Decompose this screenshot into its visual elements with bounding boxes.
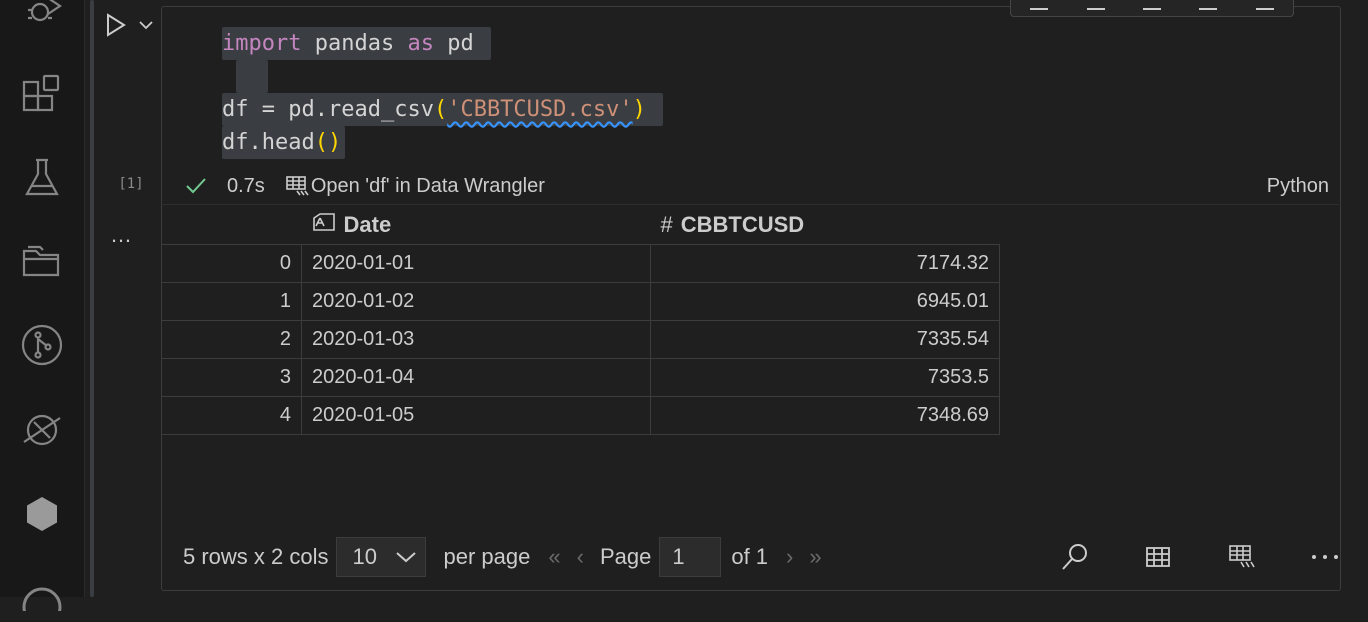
table-row: 4 2020-01-05 7348.69 — [161, 396, 1000, 435]
date-cell: 2020-01-02 — [301, 282, 651, 321]
row-index-cell: 2 — [161, 320, 302, 359]
execution-count: [1] — [118, 176, 144, 192]
kernel-language-label[interactable]: Python — [1267, 175, 1329, 198]
code-keyword: import — [222, 31, 302, 56]
more-actions-icon[interactable] — [1305, 537, 1345, 577]
code-identifier: df — [222, 97, 249, 122]
toolbar-action-icon[interactable] — [1142, 4, 1161, 10]
code-identifier: pandas — [314, 31, 395, 56]
testing-flask-icon[interactable] — [16, 152, 68, 204]
per-page-label: per page — [443, 544, 531, 569]
play-icon — [107, 13, 126, 37]
table-row: 1 2020-01-02 6945.01 — [161, 282, 1000, 321]
source-control-icon[interactable] — [16, 319, 68, 371]
code-call: df.head — [222, 130, 315, 155]
page-number-input[interactable]: 1 — [659, 537, 722, 577]
account-icon[interactable] — [16, 570, 68, 622]
hexagon-icon[interactable] — [16, 488, 68, 540]
value-cell: 6945.01 — [650, 282, 1000, 321]
page-count-label: of 1 — [731, 544, 769, 569]
table-row: 2 2020-01-03 7335.54 — [161, 320, 1000, 359]
row-index-cell: 0 — [161, 244, 302, 283]
column-header-cbbtcusd[interactable]: # CBBTCUSD — [651, 206, 1000, 245]
date-cell: 2020-01-05 — [301, 396, 651, 435]
per-page-value: 10 — [352, 544, 377, 569]
row-index-cell: 4 — [161, 396, 302, 435]
code-operator: = — [261, 97, 275, 122]
page-number-value: 1 — [672, 544, 685, 569]
row-index-cell: 1 — [161, 282, 302, 321]
output-toolbar — [1055, 535, 1345, 579]
folders-icon[interactable] — [16, 235, 68, 287]
column-header-label: CBBTCUSD — [680, 212, 805, 237]
output-divider — [161, 204, 1339, 205]
next-page-icon[interactable]: › — [786, 544, 793, 570]
code-bracket: () — [314, 130, 342, 155]
toolbar-action-icon[interactable] — [1030, 4, 1049, 10]
code-editor[interactable]: import pandas as pd df = pd.read_csv('CB… — [222, 27, 664, 159]
value-cell: 7335.54 — [650, 320, 1000, 359]
number-type-icon: # — [660, 212, 673, 237]
run-cell-button[interactable] — [104, 10, 154, 40]
execution-duration: 0.7s — [227, 174, 265, 197]
table-view-icon[interactable] — [1138, 537, 1178, 577]
per-page-select[interactable]: 10 — [335, 537, 426, 577]
column-header-label: Date — [343, 212, 392, 237]
toolbar-action-icon[interactable] — [1255, 4, 1274, 10]
code-keyword: as — [407, 31, 434, 56]
row-index-cell: 3 — [161, 358, 302, 397]
chevron-down-icon — [396, 552, 416, 563]
check-icon — [186, 178, 206, 194]
table-row: 0 2020-01-01 7174.32 — [161, 244, 1000, 283]
code-call: pd.read_csv — [288, 97, 434, 122]
date-cell: 2020-01-03 — [301, 320, 651, 359]
value-cell: 7353.5 — [650, 358, 1000, 397]
first-page-icon[interactable]: « — [548, 544, 560, 570]
code-string: 'CBBTCUSD.csv' — [447, 97, 633, 122]
text-type-icon — [312, 212, 336, 238]
column-header-date[interactable]: Date — [302, 206, 651, 245]
data-wrangler-icon[interactable] — [1222, 537, 1262, 577]
toolbar-action-icon[interactable] — [1199, 4, 1218, 10]
last-page-icon[interactable]: » — [809, 544, 821, 570]
data-wrangler-icon[interactable] — [285, 175, 311, 197]
open-data-wrangler-link[interactable]: Open 'df' in Data Wrangler — [311, 175, 545, 198]
value-cell: 7348.69 — [650, 396, 1000, 435]
run-debug-icon[interactable] — [16, 0, 68, 38]
activity-bar — [0, 0, 85, 611]
search-icon[interactable] — [1055, 537, 1095, 577]
cell-status-bar: 0.7s Open 'df' in Data Wrangler Python — [185, 172, 1335, 200]
table-header-row: Date # CBBTCUSD — [162, 206, 1000, 245]
date-cell: 2020-01-01 — [301, 244, 651, 283]
row-col-summary: 5 rows x 2 cols — [183, 544, 329, 569]
code-bracket: ) — [632, 97, 646, 122]
cell-toolbar — [1010, 0, 1294, 17]
date-cell: 2020-01-04 — [301, 358, 651, 397]
index-column-header — [162, 206, 302, 245]
page-label: Page — [599, 544, 652, 569]
cell-focus-indicator — [90, 0, 94, 597]
extensions-icon[interactable] — [16, 70, 68, 122]
previous-page-icon[interactable]: ‹ — [577, 544, 584, 570]
chevron-down-icon[interactable] — [138, 18, 154, 32]
code-bracket: ( — [433, 97, 448, 122]
output-more-actions-button[interactable]: … — [110, 222, 140, 247]
table-row: 3 2020-01-04 7353.5 — [161, 358, 1000, 397]
remote-explorer-icon[interactable] — [16, 404, 68, 456]
toolbar-action-icon[interactable] — [1086, 4, 1105, 10]
dataframe-table: Date # CBBTCUSD 0 2020-01-01 7174.32 1 20… — [161, 206, 1000, 435]
code-identifier: pd — [447, 31, 474, 56]
value-cell: 7174.32 — [650, 244, 1000, 283]
